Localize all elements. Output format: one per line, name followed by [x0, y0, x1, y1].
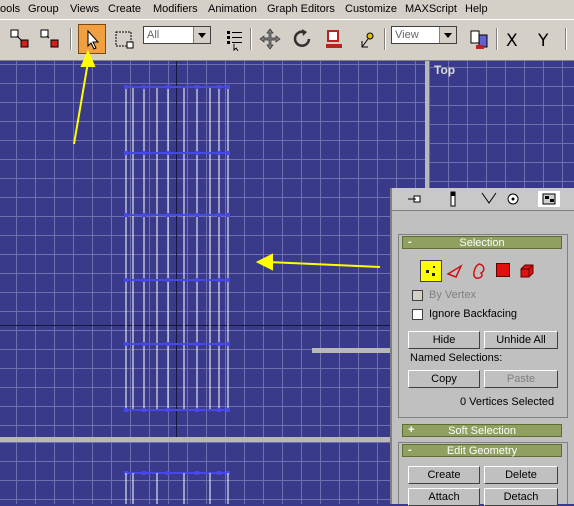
- detach-button[interactable]: Detach: [484, 488, 558, 506]
- edit-geometry-title: Edit Geometry: [446, 445, 518, 457]
- element-mode-icon[interactable]: [518, 262, 536, 280]
- menu-customize[interactable]: Customize: [345, 3, 397, 15]
- selection-status: 0 Vertices Selected: [460, 396, 555, 408]
- transform-center-icon[interactable]: [467, 27, 491, 51]
- viewport-perspective[interactable]: [0, 442, 390, 504]
- create-tab-icon[interactable]: [404, 191, 426, 207]
- selection-rollout-header[interactable]: - Selection: [402, 236, 562, 249]
- restrict-x-button[interactable]: X: [506, 31, 518, 51]
- border-mode-icon[interactable]: [470, 262, 488, 280]
- chevron-down-icon[interactable]: [193, 27, 210, 43]
- selection-rollout-title: Selection: [459, 237, 505, 249]
- modify-tab-icon[interactable]: [442, 191, 464, 207]
- unlink-selection-icon[interactable]: [38, 27, 62, 51]
- select-and-scale-icon[interactable]: [322, 27, 346, 51]
- reference-coord-value: View: [395, 29, 419, 41]
- menu-views[interactable]: Views: [70, 3, 99, 15]
- viewport-label-top[interactable]: Top: [434, 63, 455, 77]
- ignore-backfacing-label: Ignore Backfacing: [429, 308, 518, 320]
- named-selections-label: Named Selections:: [410, 352, 503, 364]
- menu-group[interactable]: Group: [28, 3, 59, 15]
- use-pivot-point-center-icon[interactable]: [356, 27, 380, 51]
- soft-selection-title: Soft Selection: [448, 425, 516, 437]
- edit-geometry-rollout-header[interactable]: - Edit Geometry: [402, 444, 562, 457]
- menu-graph-editors[interactable]: Graph Editors: [267, 3, 335, 15]
- reference-coord-dropdown[interactable]: View: [391, 26, 457, 44]
- soft-selection-rollout-header[interactable]: + Soft Selection: [402, 424, 562, 437]
- menu-maxscript[interactable]: MAXScript: [405, 3, 457, 15]
- menu-bar: ools Group Views Create Modifiers Animat…: [0, 0, 574, 20]
- vertex-mode-button[interactable]: [420, 260, 442, 282]
- command-panel: - Selection By Vertex Ignore Backfacing …: [390, 188, 574, 506]
- ignore-backfacing-checkbox[interactable]: [412, 309, 423, 320]
- by-vertex-checkbox[interactable]: [412, 290, 423, 301]
- viewport-top[interactable]: Top: [429, 61, 574, 188]
- selection-filter-dropdown[interactable]: All: [143, 26, 211, 44]
- delete-button[interactable]: Delete: [484, 466, 558, 484]
- attach-button[interactable]: Attach: [408, 488, 480, 506]
- select-and-rotate-icon[interactable]: [290, 27, 314, 51]
- polygon-mode-icon[interactable]: [496, 263, 510, 277]
- toolbar-separator: [70, 28, 72, 50]
- hierarchy-tab-icon[interactable]: [478, 191, 500, 207]
- toolbar-separator: [384, 28, 386, 50]
- main-toolbar: All View X Y: [0, 20, 574, 61]
- toolbar-separator: [250, 28, 252, 50]
- select-and-move-icon[interactable]: [258, 27, 282, 51]
- menu-modifiers[interactable]: Modifiers: [153, 3, 198, 15]
- rectangular-selection-region-icon[interactable]: [112, 27, 136, 51]
- utilities-tab-icon[interactable]: [538, 191, 560, 207]
- menu-create[interactable]: Create: [108, 3, 141, 15]
- create-button[interactable]: Create: [408, 466, 480, 484]
- viewport-divider-horizontal-right[interactable]: [312, 348, 392, 353]
- menu-help[interactable]: Help: [465, 3, 488, 15]
- chevron-down-icon[interactable]: [439, 27, 456, 43]
- selection-filter-value: All: [147, 29, 160, 41]
- select-object-button[interactable]: [78, 24, 106, 54]
- copy-button[interactable]: Copy: [408, 370, 480, 388]
- menu-animation[interactable]: Animation: [208, 3, 257, 15]
- by-vertex-label: By Vertex: [429, 289, 477, 301]
- toolbar-separator: [565, 28, 567, 50]
- select-by-name-icon[interactable]: [222, 27, 246, 52]
- motion-tab-icon[interactable]: [502, 191, 524, 207]
- command-panel-tabs: [392, 188, 574, 211]
- menu-tools[interactable]: ools: [0, 3, 20, 15]
- unhide-all-button[interactable]: Unhide All: [484, 331, 558, 349]
- paste-button[interactable]: Paste: [484, 370, 558, 388]
- restrict-y-button[interactable]: Y: [538, 31, 548, 51]
- select-and-link-icon[interactable]: [8, 27, 32, 51]
- hide-button[interactable]: Hide: [408, 331, 480, 349]
- cylinder-wireframe-lower[interactable]: [0, 442, 390, 504]
- edge-mode-icon[interactable]: [446, 262, 464, 280]
- toolbar-separator: [496, 28, 498, 50]
